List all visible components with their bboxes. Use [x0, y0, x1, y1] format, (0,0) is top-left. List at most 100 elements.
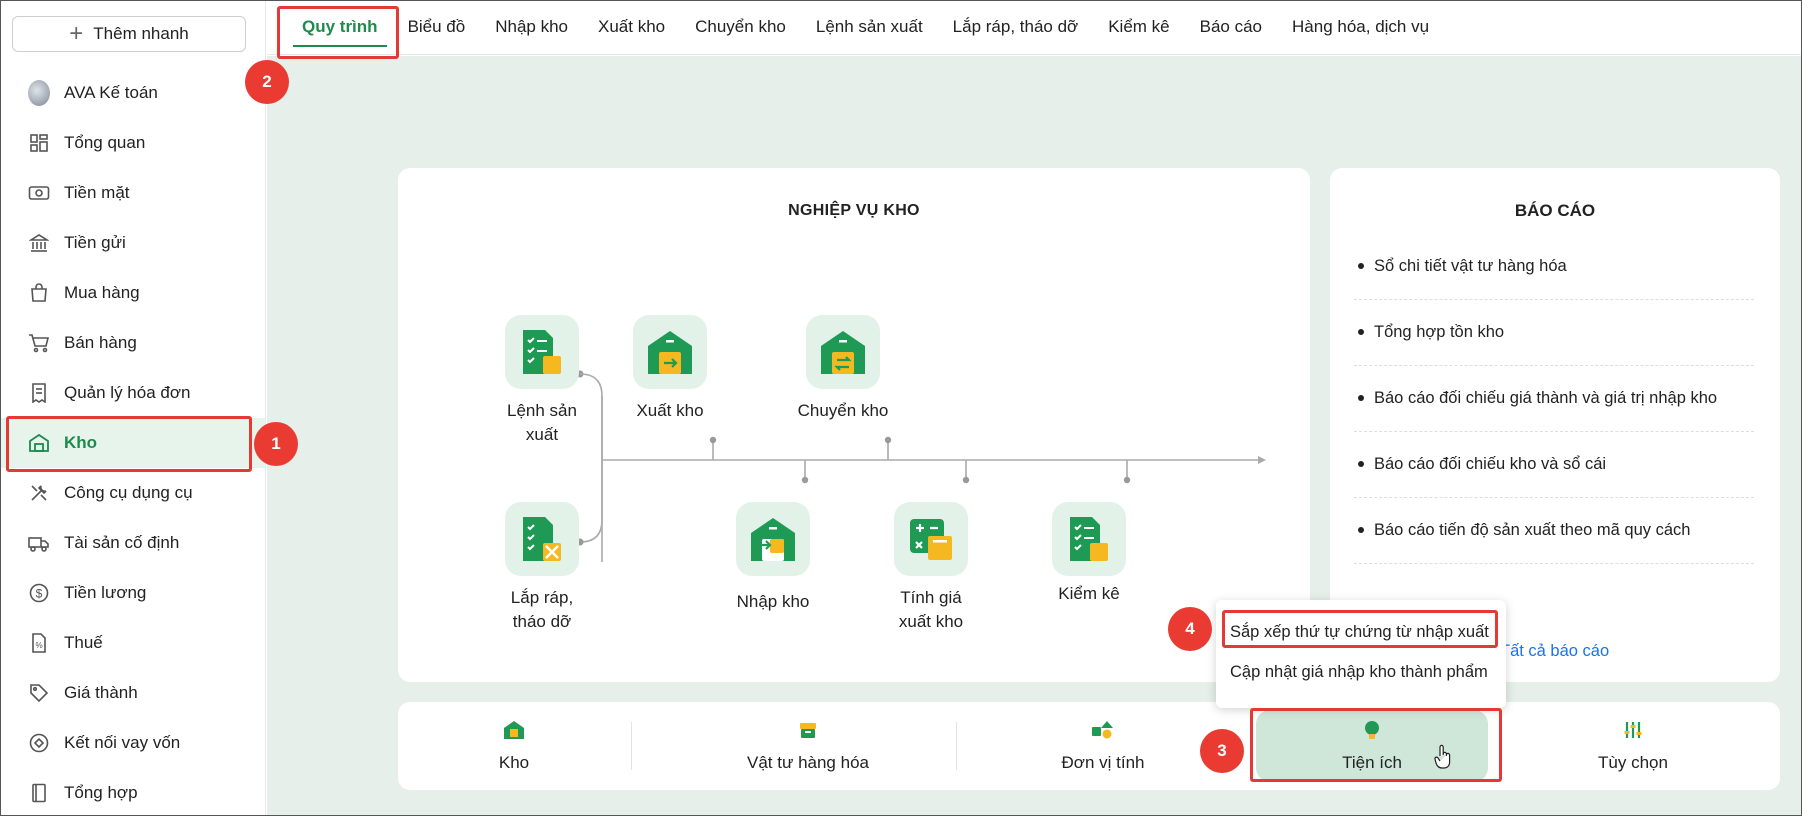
warehouse-icon	[503, 720, 525, 745]
stock-in-icon	[736, 502, 810, 576]
bottom-item-utilities[interactable]: Tiện ích	[1256, 710, 1488, 782]
price-tag-icon	[28, 682, 50, 704]
node-label: Xuất kho	[636, 401, 704, 420]
receipt-icon	[28, 382, 50, 404]
shopping-bag-icon	[28, 282, 50, 304]
report-link[interactable]: Báo cáo đối chiếu giá thành và giá trị n…	[1354, 366, 1754, 432]
divider	[956, 722, 957, 770]
bottom-item-units[interactable]: Đơn vị tính	[983, 710, 1223, 782]
sidebar-item-warehouse[interactable]: Kho	[0, 418, 266, 468]
step-badge: 2	[245, 60, 289, 104]
cash-icon	[28, 182, 50, 204]
sidebar-item-label: Công cụ dụng cụ	[64, 483, 193, 502]
loan-icon	[28, 732, 50, 754]
sidebar-item-invoices[interactable]: Quản lý hóa đơn	[0, 368, 266, 418]
tax-document-icon: %	[28, 632, 50, 654]
reports-title: BÁO CÁO	[1514, 201, 1596, 220]
report-link[interactable]: Sổ chi tiết vật tư hàng hóa	[1354, 234, 1754, 300]
sidebar-item-label: Bán hàng	[64, 333, 137, 352]
sidebar-item-summary[interactable]: Tổng hợp	[0, 768, 266, 816]
node-inventory-check[interactable]: Kiểm kê	[1034, 502, 1144, 606]
report-link[interactable]: Tổng hợp tồn kho	[1354, 300, 1754, 366]
sidebar-item-label: Giá thành	[64, 683, 138, 702]
sidebar-item-salary[interactable]: $ Tiền lương	[0, 568, 266, 618]
sidebar-nav: AVA Kế toán Tổng quan Tiền mặt Tiền gửi …	[0, 68, 266, 816]
warehouse-process-card: NGHIỆP VỤ KHO Lệnh sản xuất Lắp ráp, thá…	[398, 168, 1310, 682]
sidebar-item-label: Tiền lương	[64, 583, 147, 602]
plus-icon: +	[69, 20, 84, 47]
node-costing[interactable]: Tính giá xuất kho	[876, 502, 986, 634]
tab-assembly[interactable]: Lắp ráp, tháo dỡ	[938, 0, 1094, 55]
sidebar-item-label: Tài sản cố định	[64, 533, 180, 552]
node-label: Chuyển kho	[797, 401, 889, 420]
sidebar-item-label: Kết nối vay vốn	[64, 733, 181, 752]
node-assembly[interactable]: Lắp ráp, tháo dỡ	[486, 502, 598, 634]
bottom-item-warehouse[interactable]: Kho	[434, 710, 594, 782]
sidebar-item-label: Tiền gửi	[64, 233, 126, 252]
tab-process[interactable]: Quy trình	[287, 0, 393, 55]
report-link[interactable]: Báo cáo đối chiếu kho và sổ cái	[1354, 432, 1754, 498]
svg-text:$: $	[36, 587, 43, 601]
sidebar-item-tax[interactable]: % Thuế	[0, 618, 266, 668]
top-tabs: Quy trình Biểu đồ Nhập kho Xuất kho Chuy…	[267, 0, 1802, 55]
calculator-icon	[894, 502, 968, 576]
tab-inventory-check[interactable]: Kiểm kê	[1093, 0, 1184, 55]
sidebar-item-fixed-assets[interactable]: Tài sản cố định	[0, 518, 266, 568]
sidebar-item-cash[interactable]: Tiền mặt	[0, 168, 266, 218]
tab-goods-services[interactable]: Hàng hóa, dịch vụ	[1277, 0, 1444, 55]
book-icon	[28, 782, 50, 804]
step-badge: 4	[1168, 607, 1212, 651]
units-icon	[1091, 720, 1115, 745]
sidebar-item-label: Tiền mặt	[64, 183, 130, 202]
sidebar-item-label: Thuế	[64, 633, 103, 652]
quick-add-button[interactable]: + Thêm nhanh	[12, 16, 246, 52]
divider	[631, 722, 632, 770]
bottom-item-label: Đơn vị tính	[1061, 752, 1145, 772]
sidebar-item-ava[interactable]: AVA Kế toán	[0, 68, 266, 118]
sidebar-item-bank[interactable]: Tiền gửi	[0, 218, 266, 268]
node-label: Nhập kho	[736, 592, 810, 611]
cart-icon	[28, 332, 50, 354]
node-label: Tính giá xuất kho	[898, 588, 964, 631]
sidebar-item-cost[interactable]: Giá thành	[0, 668, 266, 718]
sidebar-item-overview[interactable]: Tổng quan	[0, 118, 266, 168]
tab-charts[interactable]: Biểu đồ	[393, 0, 481, 55]
sidebar-item-sales[interactable]: Bán hàng	[0, 318, 266, 368]
sidebar-item-purchase[interactable]: Mua hàng	[0, 268, 266, 318]
lightbulb-icon	[1363, 720, 1381, 745]
sliders-icon	[1623, 720, 1643, 745]
inventory-check-icon	[1052, 502, 1126, 576]
tab-stock-in[interactable]: Nhập kho	[480, 0, 583, 55]
report-link[interactable]: Báo cáo tiến độ sản xuất theo mã quy các…	[1354, 498, 1754, 564]
sidebar-item-loan[interactable]: Kết nối vay vốn	[0, 718, 266, 768]
svg-text:%: %	[35, 641, 42, 650]
node-transfer[interactable]: Chuyển kho	[778, 315, 908, 423]
tab-production-order[interactable]: Lệnh sản xuất	[801, 0, 938, 55]
sidebar-item-label: Kho	[64, 433, 98, 452]
dollar-icon: $	[28, 582, 50, 604]
node-stock-in[interactable]: Nhập kho	[708, 502, 838, 614]
popup-item-update-price[interactable]: Cập nhật giá nhập kho thành phẩm	[1216, 652, 1506, 692]
node-label: Lệnh sản xuất	[507, 401, 577, 444]
node-production-order[interactable]: Lệnh sản xuất	[486, 315, 598, 447]
sidebar-item-label: AVA Kế toán	[64, 83, 158, 102]
truck-icon	[28, 532, 50, 554]
all-reports-link[interactable]: Tất cả báo cáo	[1500, 642, 1609, 661]
tab-transfer[interactable]: Chuyển kho	[680, 0, 801, 55]
hand-cursor-icon	[1434, 744, 1452, 775]
bottom-item-goods[interactable]: Vật tư hàng hóa	[688, 710, 928, 782]
step-badge: 1	[254, 422, 298, 466]
node-stock-out[interactable]: Xuất kho	[617, 315, 723, 423]
production-order-icon	[505, 315, 579, 389]
popup-item-sort-vouchers[interactable]: Sắp xếp thứ tự chứng từ nhập xuất	[1216, 612, 1506, 652]
tab-reports[interactable]: Báo cáo	[1185, 0, 1277, 55]
sidebar-item-label: Tổng quan	[64, 133, 146, 152]
bottom-toolbar: Kho Vật tư hàng hóa Đơn vị tính Tiện ích…	[398, 702, 1780, 790]
tab-stock-out[interactable]: Xuất kho	[583, 0, 680, 55]
bottom-item-options[interactable]: Tùy chọn	[1503, 710, 1763, 782]
sidebar-item-tools[interactable]: Công cụ dụng cụ	[0, 468, 266, 518]
reports-list: Sổ chi tiết vật tư hàng hóa Tổng hợp tồn…	[1354, 234, 1754, 564]
bottom-item-label: Tiện ích	[1342, 752, 1402, 772]
dashboard-icon	[28, 132, 50, 154]
utilities-popup-menu: Sắp xếp thứ tự chứng từ nhập xuất Cập nh…	[1216, 600, 1506, 708]
